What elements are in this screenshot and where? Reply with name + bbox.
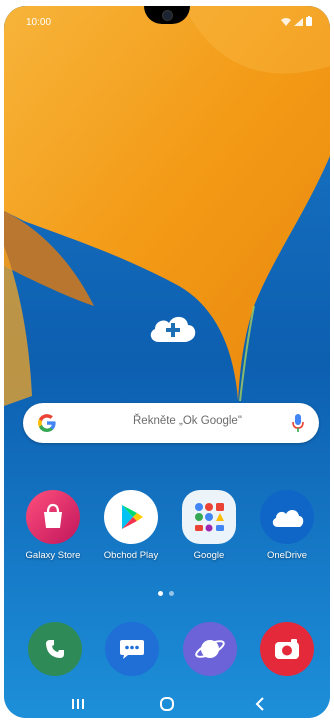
status-bar: 10:00 (4, 6, 330, 34)
microphone-icon[interactable] (291, 413, 305, 433)
app-google-folder[interactable]: Google (170, 490, 248, 561)
galaxy-store-icon (26, 490, 80, 544)
home-app-row: Galaxy Store Obchod Play Google OneDrive (4, 490, 330, 580)
app-label: Galaxy Store (25, 550, 81, 561)
phone-icon[interactable] (28, 622, 82, 676)
google-folder-icon (182, 490, 236, 544)
navigation-bar (4, 690, 330, 718)
app-galaxy-store[interactable]: Galaxy Store (14, 490, 92, 561)
phone-screen: 10:00 Řekněte „Ok Google" Galaxy Store O… (4, 6, 330, 718)
app-label: OneDrive (266, 550, 308, 561)
back-icon[interactable] (250, 696, 270, 712)
front-camera-icon (162, 10, 173, 21)
wifi-icon (281, 18, 291, 26)
app-onedrive[interactable]: OneDrive (248, 490, 326, 561)
dock (4, 622, 330, 682)
page-dot (169, 591, 174, 596)
camera-icon[interactable] (260, 622, 314, 676)
wallpaper (4, 6, 330, 718)
page-dot-active (158, 591, 163, 596)
app-label: Google (193, 550, 225, 561)
status-icons (281, 16, 312, 26)
app-play-store[interactable]: Obchod Play (92, 490, 170, 561)
app-label: Obchod Play (103, 550, 159, 561)
cloud-add-icon[interactable] (147, 310, 199, 344)
page-indicator (158, 591, 174, 596)
messages-icon[interactable] (105, 622, 159, 676)
play-store-icon (104, 490, 158, 544)
google-g-icon (38, 414, 56, 432)
recent-apps-icon[interactable] (68, 696, 88, 712)
onedrive-icon (260, 490, 314, 544)
home-icon[interactable] (157, 696, 177, 712)
signal-icon (294, 18, 303, 26)
search-hint-text: Řekněte „Ok Google" (133, 415, 242, 427)
google-search-bar[interactable]: Řekněte „Ok Google" (23, 403, 319, 443)
status-time: 10:00 (26, 17, 52, 28)
internet-icon[interactable] (183, 622, 237, 676)
camera-notch (144, 6, 190, 24)
battery-icon (306, 16, 312, 26)
